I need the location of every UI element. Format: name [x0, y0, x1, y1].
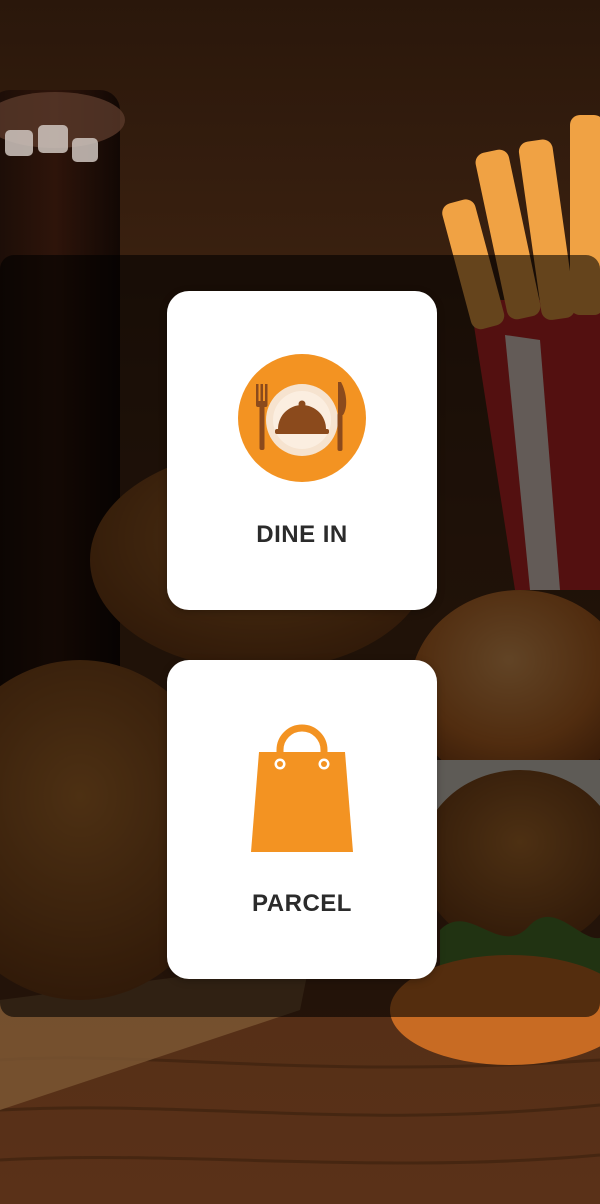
parcel-option-card[interactable]: PARCEL [167, 660, 437, 979]
shopping-bag-icon [251, 724, 353, 852]
dine-in-plate-cutlery-icon [238, 354, 366, 482]
dine-in-option-card[interactable]: DINE IN [167, 291, 437, 610]
parcel-label: PARCEL [252, 890, 352, 917]
dine-in-label: DINE IN [256, 521, 348, 548]
order-type-screen: DINE IN PARCEL [0, 0, 600, 1204]
